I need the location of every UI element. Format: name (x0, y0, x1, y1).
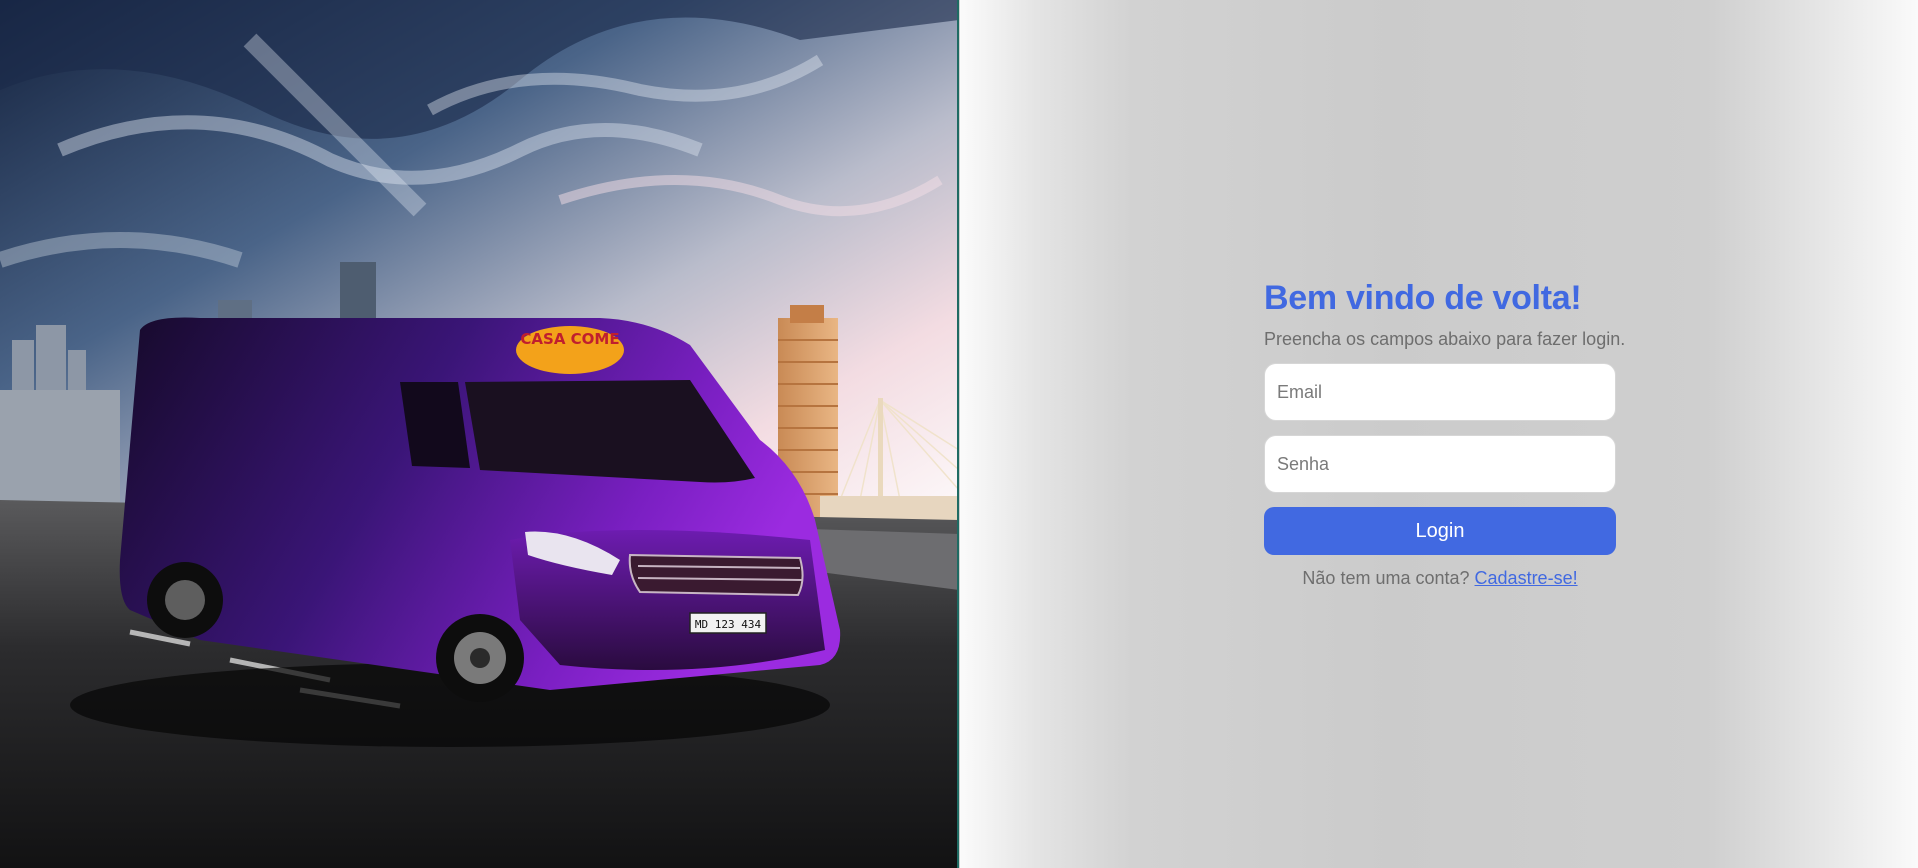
password-field[interactable] (1264, 435, 1616, 493)
no-account-text: Não tem uma conta? (1302, 568, 1470, 588)
page-title: Bem vindo de volta! (1264, 279, 1582, 317)
signup-prompt: Não tem uma conta? Cadastre-se! (1264, 567, 1616, 589)
login-panel: Bem vindo de volta! Preencha os campos a… (960, 0, 1918, 868)
email-field[interactable] (1264, 363, 1616, 421)
login-form: Bem vindo de volta! Preencha os campos a… (1264, 276, 1626, 589)
van-logo: CASA COME (516, 326, 624, 374)
hero-image: CASA COME MD 123 434 (0, 0, 959, 868)
page-subtitle: Preencha os campos abaixo para fazer log… (1264, 329, 1626, 349)
svg-text:CASA COME: CASA COME (520, 330, 619, 348)
license-plate: MD 123 434 (695, 618, 762, 631)
login-button[interactable]: Login (1264, 507, 1616, 555)
hero-illustration: CASA COME MD 123 434 (0, 0, 959, 868)
signup-link[interactable]: Cadastre-se! (1475, 568, 1578, 588)
hero-divider (957, 0, 959, 868)
